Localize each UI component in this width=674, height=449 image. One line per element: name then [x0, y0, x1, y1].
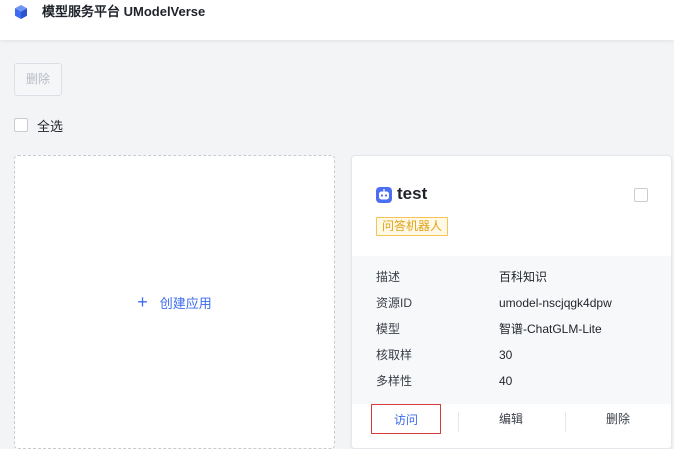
detail-key: 描述	[376, 270, 401, 284]
detail-value: 40	[499, 374, 513, 388]
app-type-tag: 问答机器人	[376, 217, 449, 236]
app-title: 模型服务平台 UModelVerse	[42, 4, 206, 19]
detail-key: 多样性	[376, 374, 413, 388]
divider	[458, 412, 459, 432]
app-name: test	[397, 184, 428, 203]
detail-row-resource-id: 资源ID umodel-nscjqgk4dpw	[376, 295, 656, 311]
detail-value: 智谱-ChatGLM-Lite	[499, 322, 602, 336]
card-select-checkbox[interactable]	[634, 188, 648, 202]
checkbox-box[interactable]	[14, 118, 28, 132]
visit-button[interactable]: 访问	[371, 404, 441, 434]
detail-value: umodel-nscjqgk4dpw	[499, 296, 612, 310]
detail-row-diversity: 多样性 40	[376, 373, 656, 389]
plus-icon: +	[137, 292, 148, 312]
detail-row-model: 模型 智谱-ChatGLM-Lite	[376, 321, 656, 337]
card-actions: 访问 编辑 删除	[352, 404, 671, 448]
edit-button[interactable]: 编辑	[476, 404, 546, 434]
detail-key: 模型	[376, 322, 401, 336]
cube-icon	[13, 4, 29, 20]
select-all-label: 全选	[37, 118, 64, 134]
detail-key: 资源ID	[376, 296, 413, 310]
detail-value: 百科知识	[499, 270, 548, 284]
card-header: test 问答机器人	[352, 156, 671, 256]
app-card: test 问答机器人 描述 百科知识 资源ID umodel-nscjqgk4d…	[351, 155, 672, 449]
select-all-checkbox[interactable]: 全选	[14, 117, 64, 134]
divider	[565, 412, 566, 432]
bot-icon	[376, 187, 392, 203]
delete-button[interactable]: 删除	[14, 63, 62, 96]
top-bar: 模型服务平台 UModelVerse	[0, 0, 674, 40]
card-details: 描述 百科知识 资源ID umodel-nscjqgk4dpw 模型 智谱-Ch…	[352, 256, 671, 404]
detail-row-description: 描述 百科知识	[376, 269, 656, 285]
create-app-card[interactable]: + 创建应用	[14, 155, 335, 449]
detail-value: 30	[499, 348, 513, 362]
delete-app-button[interactable]: 删除	[583, 404, 653, 434]
create-app-label: 创建应用	[159, 295, 212, 311]
detail-key: 核取样	[376, 348, 413, 362]
detail-row-top-k: 核取样 30	[376, 347, 656, 363]
